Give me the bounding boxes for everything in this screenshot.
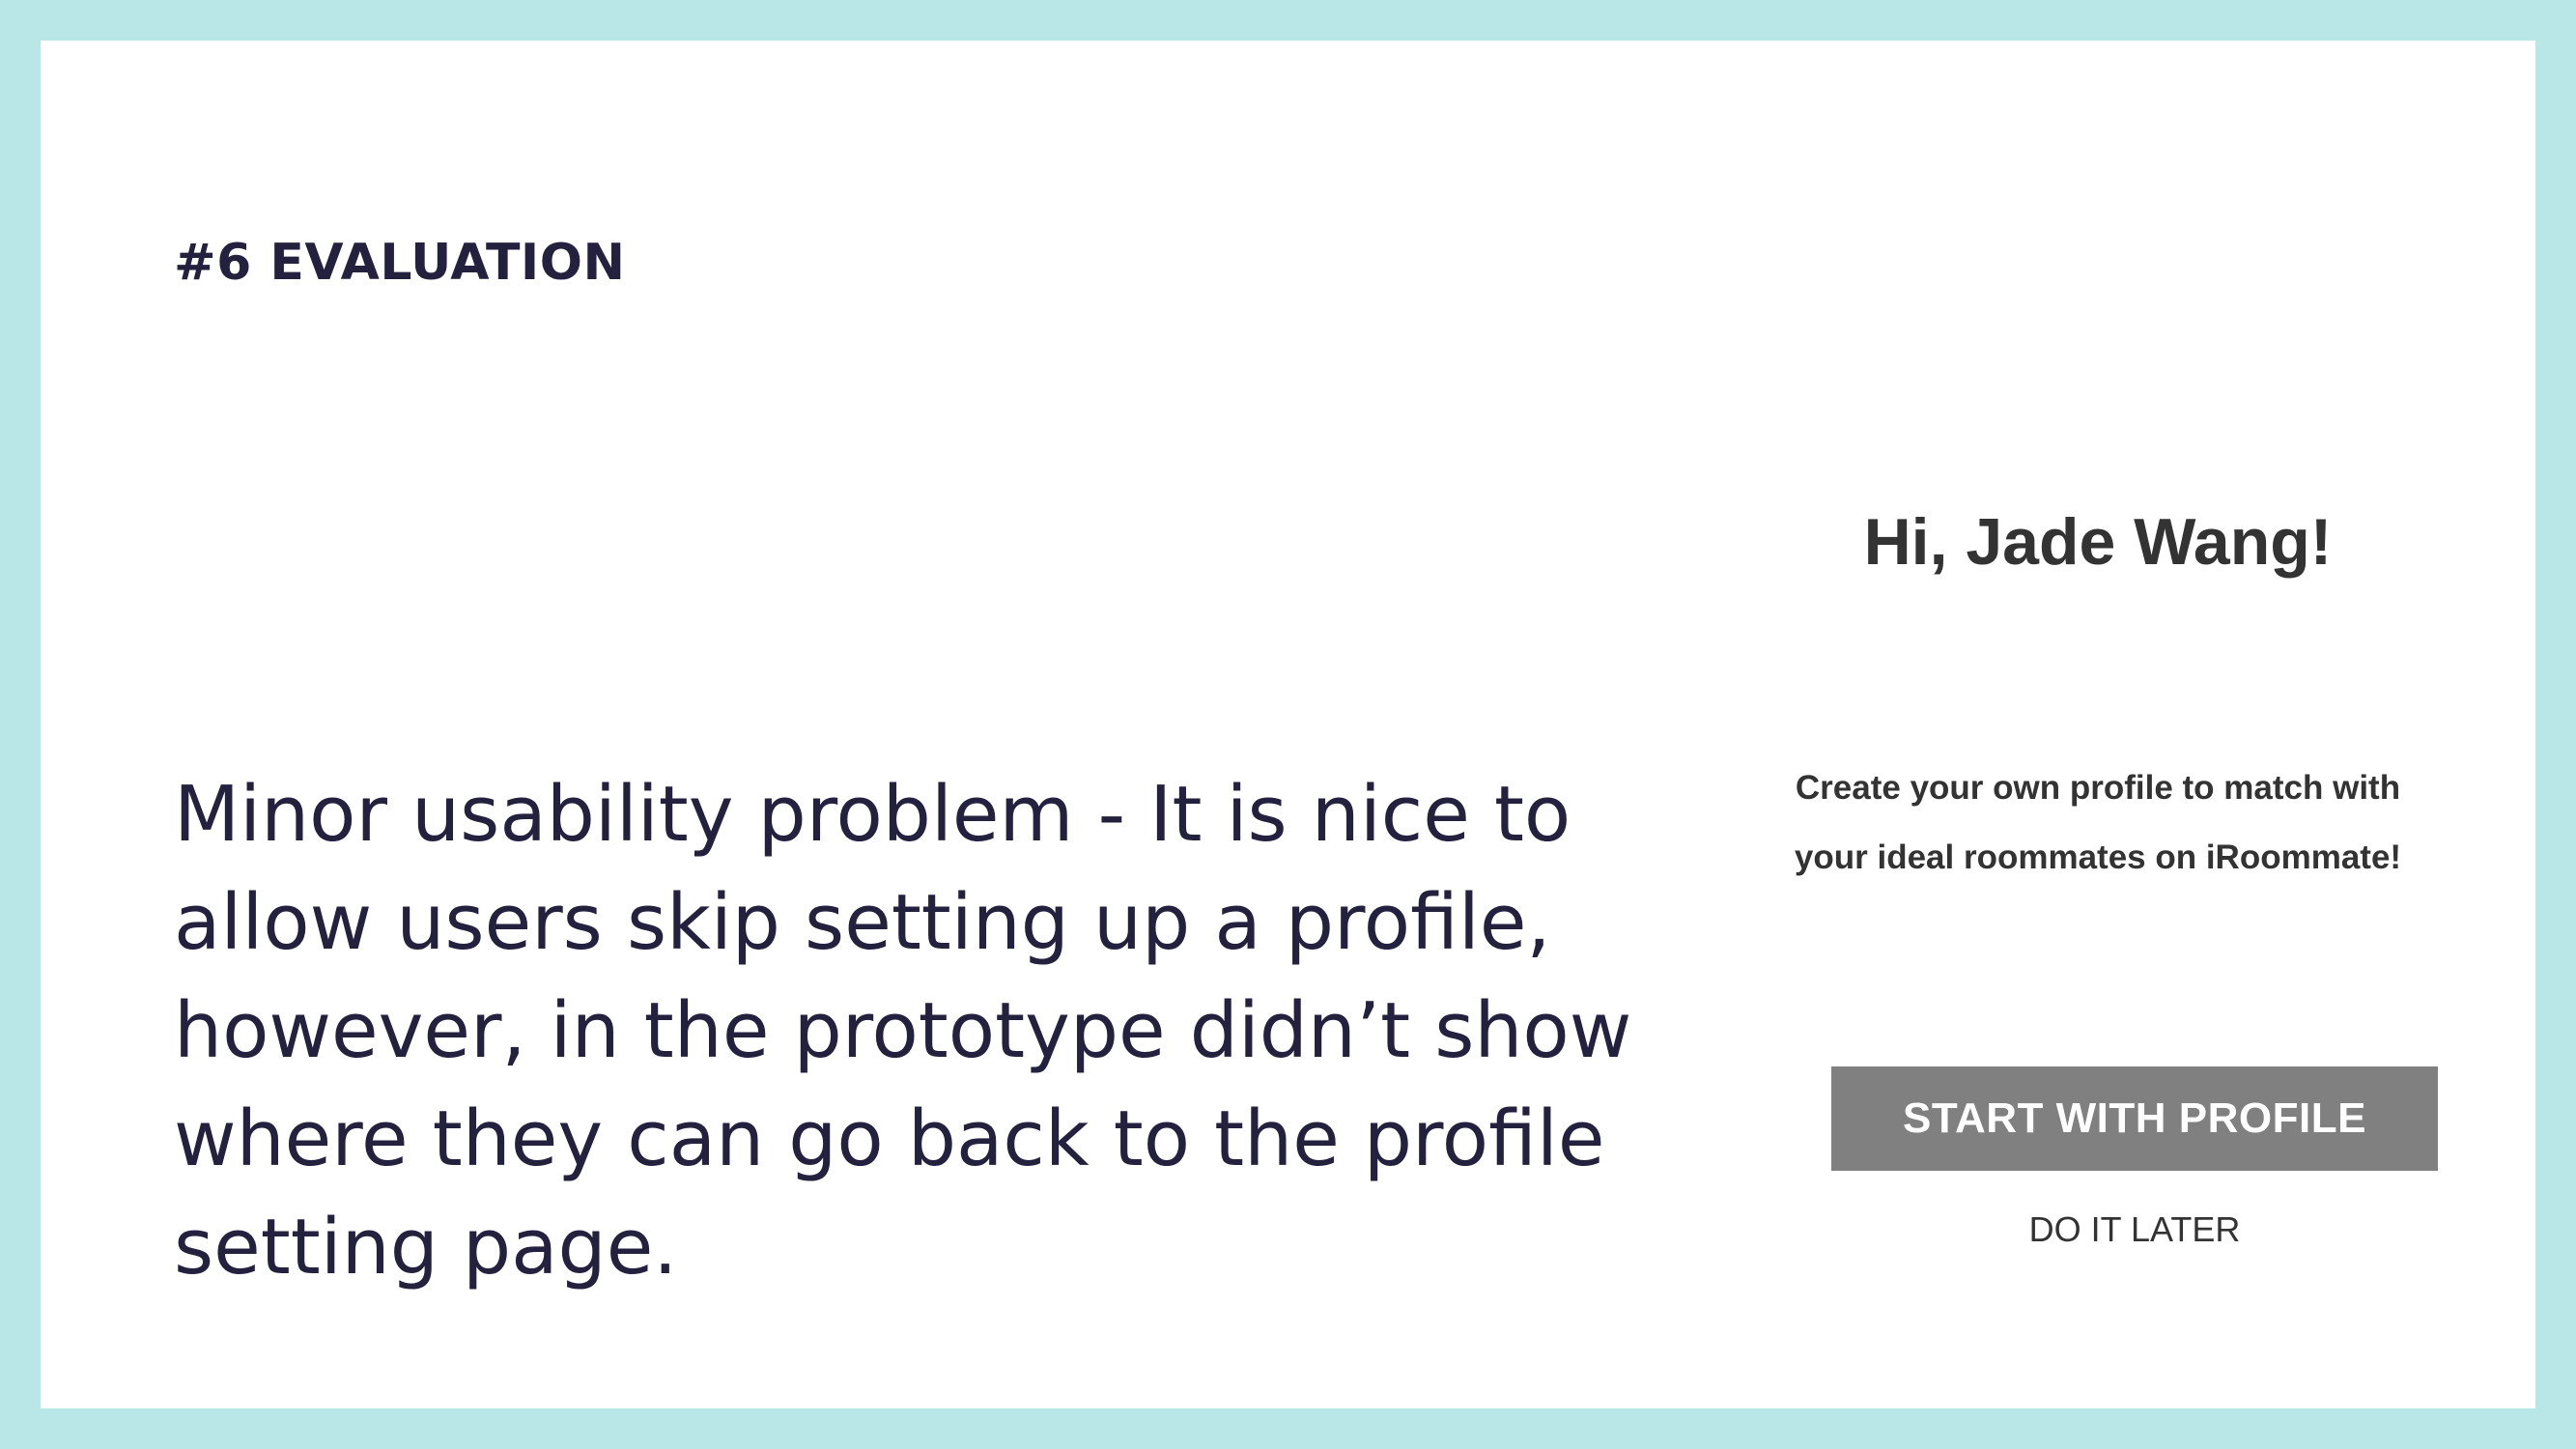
greeting-heading: Hi, Jade Wang! <box>1863 505 2333 579</box>
do-it-later-link[interactable]: DO IT LATER <box>1831 1209 2438 1250</box>
slide-canvas: #6 EVALUATION Minor usability problem - … <box>41 41 2535 1408</box>
subtitle-line-1: Create your own profile to match with <box>1795 769 2401 807</box>
subtitle-line-2: your ideal roommates on iRoommate! <box>1794 838 2402 876</box>
subtitle-text: Create your own profile to match with yo… <box>1750 753 2446 893</box>
evaluation-text: Minor usability problem - It is nice to … <box>174 770 1632 1292</box>
app-mockup: Hi, Jade Wang! Create your own profile t… <box>1750 446 2446 1296</box>
start-with-profile-button[interactable]: START WITH PROFILE <box>1831 1066 2438 1171</box>
section-label: #6 EVALUATION <box>174 234 626 292</box>
